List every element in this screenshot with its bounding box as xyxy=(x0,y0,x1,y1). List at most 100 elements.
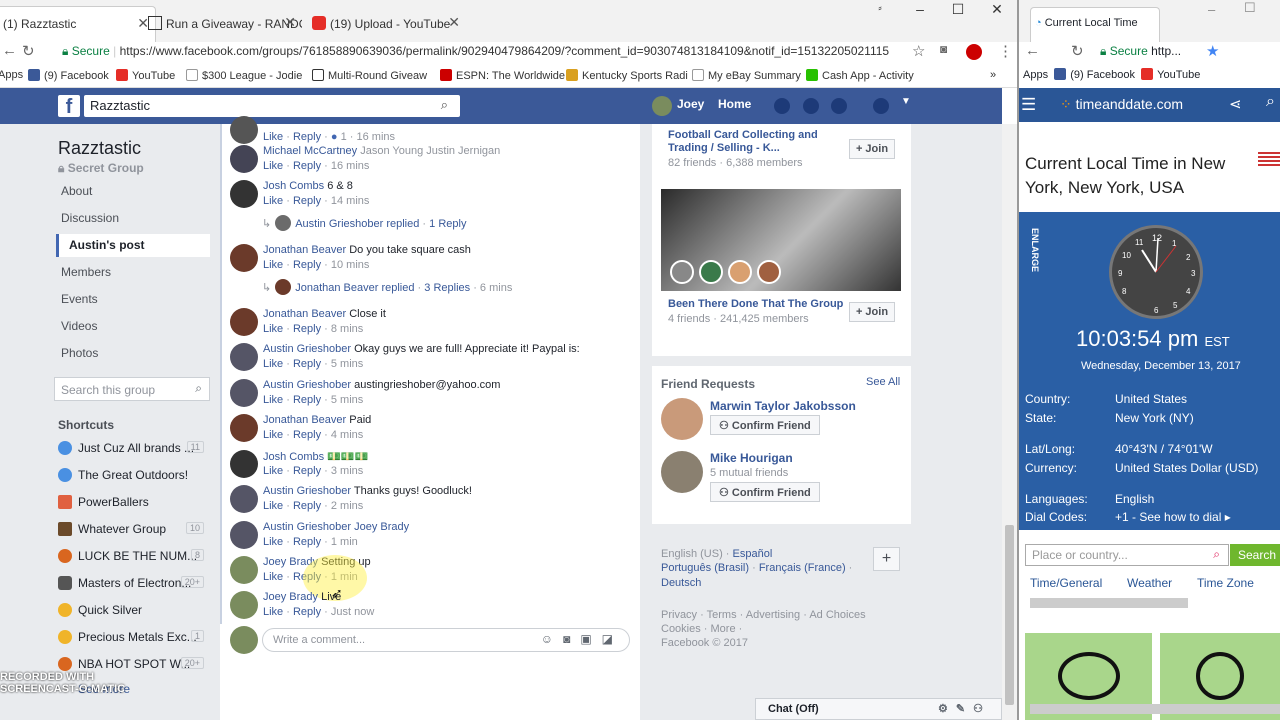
tab-time-general[interactable]: Time/General xyxy=(1030,576,1102,590)
avatar[interactable] xyxy=(230,145,258,173)
avatar[interactable] xyxy=(661,398,703,440)
bookmark-facebook[interactable]: (9) Facebook xyxy=(28,69,109,82)
lang-link[interactable]: Français (France) xyxy=(759,562,846,574)
like-link[interactable]: Like xyxy=(263,195,283,207)
comment-time[interactable]: 2 mins xyxy=(331,500,363,512)
reply-link[interactable]: Reply xyxy=(293,500,321,512)
author-link[interactable]: Josh Combs xyxy=(263,180,324,192)
author-link[interactable]: Joey Brady xyxy=(263,591,318,603)
reaction-count[interactable]: 1 xyxy=(341,131,347,143)
bookmark-league[interactable]: $300 League - Jodie xyxy=(186,69,302,82)
shortcut-item[interactable]: The Great Outdoors! xyxy=(58,468,208,482)
reply-link[interactable]: Reply xyxy=(293,536,321,548)
nav-events[interactable]: Events xyxy=(61,292,98,306)
hamburger-menu-icon[interactable]: ☰ xyxy=(1021,95,1036,115)
avatar[interactable] xyxy=(230,343,258,371)
comment-time[interactable]: 3 mins xyxy=(331,465,363,477)
author-link[interactable]: Jonathan Beaver xyxy=(263,414,346,426)
info-value[interactable]: +1 - See how to dial ▸ xyxy=(1115,510,1231,524)
comment-time[interactable]: 16 mins xyxy=(331,160,370,172)
minimize-icon[interactable]: – xyxy=(1208,2,1215,17)
avatar[interactable] xyxy=(230,180,258,208)
comment-time[interactable]: 5 mins xyxy=(331,358,363,370)
suggested-group-name[interactable]: Been There Done That The Group xyxy=(668,298,843,311)
reply-link[interactable]: Reply xyxy=(293,160,321,172)
search-button[interactable]: Search xyxy=(1230,544,1280,566)
reply-link[interactable]: Reply xyxy=(293,358,321,370)
avatar[interactable] xyxy=(661,451,703,493)
star-icon[interactable]: ★ xyxy=(1206,42,1219,60)
nav-austins-post[interactable]: Austin's post xyxy=(56,234,210,257)
author-link[interactable]: Jonathan Beaver xyxy=(263,244,346,256)
reload-icon[interactable]: ↻ xyxy=(22,42,35,60)
nav-members[interactable]: Members xyxy=(61,265,111,279)
bookmark-youtube[interactable]: YouTube xyxy=(116,69,175,82)
tab-weather[interactable]: Weather xyxy=(1127,576,1172,590)
camera-icon[interactable]: ◙ xyxy=(940,42,947,56)
group-cover-image[interactable] xyxy=(661,189,901,291)
reload-icon[interactable]: ↻ xyxy=(1071,42,1084,60)
bookmark-youtube[interactable]: YouTube xyxy=(1157,69,1200,81)
reply-link[interactable]: Reply xyxy=(293,606,321,618)
shortcut-item[interactable]: PowerBallers xyxy=(58,495,208,509)
facebook-search-input[interactable]: Razztastic ⌕ xyxy=(84,95,460,117)
shortcut-item[interactable]: LUCK BE THE NUM... 8 xyxy=(58,549,208,563)
bookmarks-more[interactable]: » xyxy=(990,69,996,81)
shortcut-item[interactable]: Precious Metals Exc... 1 xyxy=(58,630,208,644)
enlarge-button[interactable]: ENLARGE xyxy=(1030,228,1040,272)
nav-discussion[interactable]: Discussion xyxy=(61,211,119,225)
info-value[interactable]: New York (NY) xyxy=(1115,411,1194,425)
avatar[interactable] xyxy=(230,450,258,478)
scrollbar-thumb[interactable] xyxy=(1005,525,1014,705)
comment-time[interactable]: 14 mins xyxy=(331,195,370,207)
compose-icon[interactable]: ✎ xyxy=(956,703,973,715)
lang-link[interactable]: Español xyxy=(733,548,773,560)
search-icon[interactable]: ⌕ xyxy=(1266,93,1275,111)
footer-links[interactable]: Privacy · Terms · Advertising · Ad Choic… xyxy=(661,609,866,621)
footer-links[interactable]: Cookies · More · xyxy=(661,623,742,635)
like-link[interactable]: Like xyxy=(263,606,283,618)
confirm-friend-button[interactable]: ⚇ Confirm Friend xyxy=(710,415,820,435)
avatar[interactable] xyxy=(230,414,258,442)
like-link[interactable]: Like xyxy=(263,358,283,370)
avatar[interactable] xyxy=(652,96,672,116)
sticker-icon[interactable]: ◪ xyxy=(602,632,623,646)
shortcut-item[interactable]: NBA HOT SPOT W... 20+ xyxy=(58,657,208,671)
back-icon[interactable]: ← xyxy=(1025,42,1040,59)
gif-icon[interactable]: ▣ xyxy=(580,632,601,646)
reply-link[interactable]: Reply xyxy=(293,131,321,143)
adblock-icon[interactable] xyxy=(966,44,982,60)
comment-time[interactable]: 5 mins xyxy=(331,394,363,406)
info-value[interactable]: English xyxy=(1115,492,1154,506)
like-link[interactable]: Like xyxy=(263,131,283,143)
write-comment-input[interactable]: Write a comment... ☺◙▣◪ xyxy=(262,628,630,652)
reply-link[interactable]: Reply xyxy=(293,259,321,271)
author-link[interactable]: Austin Grieshober xyxy=(263,379,351,391)
comment-time[interactable]: 10 mins xyxy=(331,259,370,271)
bookmark-ebay[interactable]: My eBay Summary xyxy=(692,69,801,82)
messenger-icon[interactable] xyxy=(803,98,819,114)
star-icon[interactable]: ☆ xyxy=(912,42,925,60)
back-icon[interactable]: ← xyxy=(2,42,17,59)
nav-videos[interactable]: Videos xyxy=(61,319,97,333)
help-icon[interactable] xyxy=(873,98,889,114)
reply-link[interactable]: Reply xyxy=(293,195,321,207)
tab-timeanddate[interactable]: ◔ Current Local Time xyxy=(1030,7,1160,42)
reply-link[interactable]: Reply xyxy=(293,429,321,441)
friends-icon[interactable] xyxy=(774,98,790,114)
group-name[interactable]: Razztastic xyxy=(58,138,141,159)
bookmark-facebook[interactable]: (9) Facebook xyxy=(1070,69,1135,81)
shortcut-item[interactable]: Whatever Group 10 xyxy=(58,522,208,536)
minimize-icon[interactable]: – xyxy=(900,0,940,18)
author-link[interactable]: Michael McCartney xyxy=(263,145,357,157)
reply-link[interactable]: Reply xyxy=(293,323,321,335)
comment-time[interactable]: 16 mins xyxy=(357,131,396,143)
like-link[interactable]: Like xyxy=(263,429,283,441)
camera-icon[interactable]: ◙ xyxy=(563,632,580,646)
place-search-input[interactable]: Place or country... ⌕ xyxy=(1025,544,1229,566)
tab-razztastic[interactable]: (1) Razztastic ✕ xyxy=(0,6,156,42)
comment-time[interactable]: 4 mins xyxy=(331,429,363,441)
maximize-icon[interactable]: ☐ xyxy=(938,0,978,18)
lang-link[interactable]: Deutsch xyxy=(661,577,701,589)
avatar[interactable] xyxy=(230,591,258,619)
